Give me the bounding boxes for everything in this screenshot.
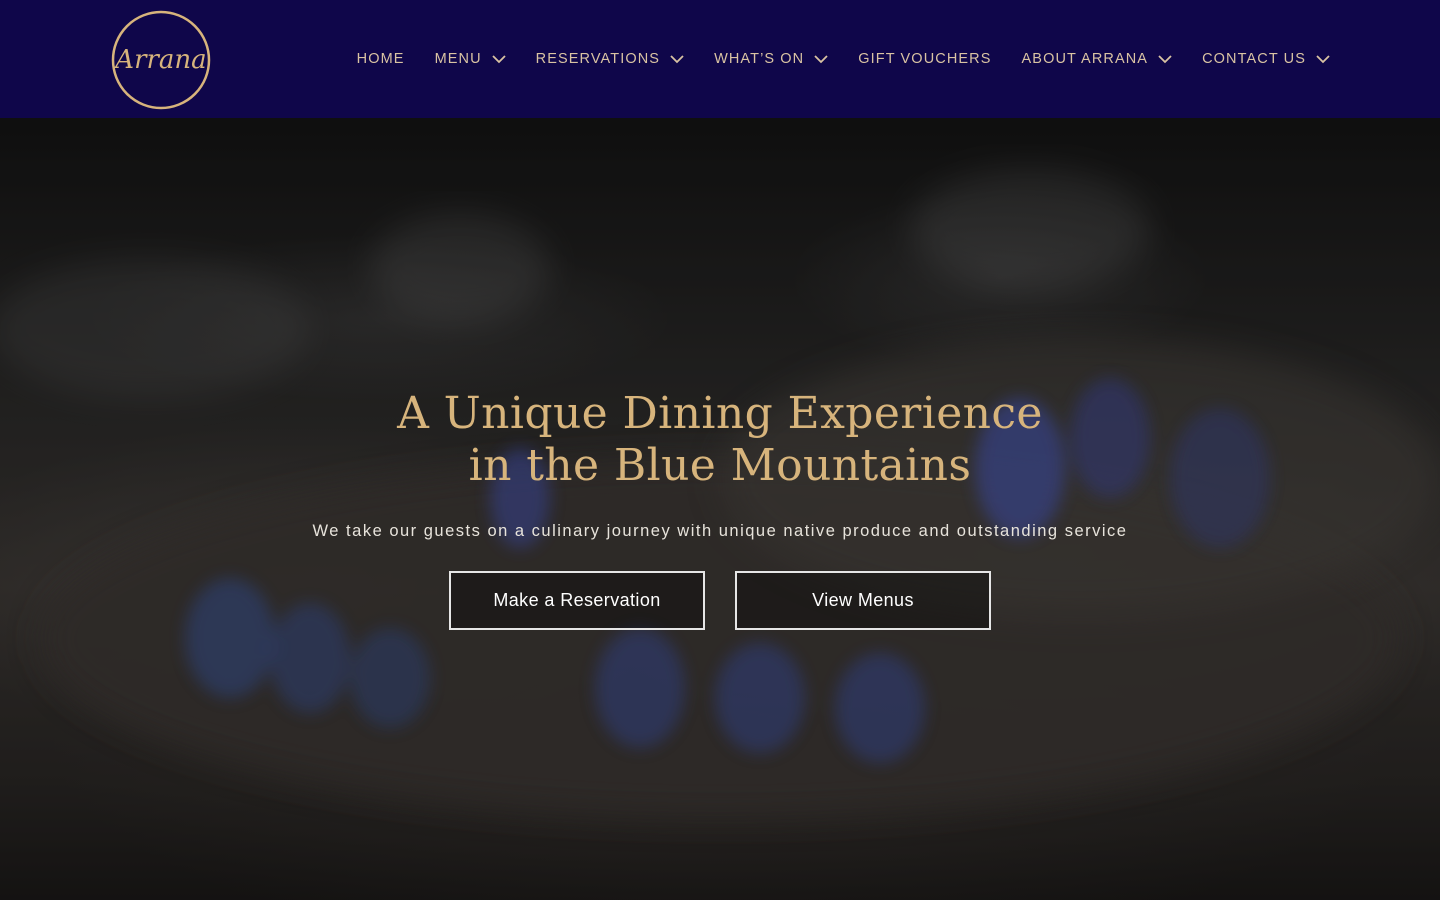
chevron-down-icon [1158,54,1172,64]
svg-text:Arrana: Arrana [113,45,206,75]
hero-title-line-1: A Unique Dining Experience [397,388,1043,439]
logo-mark: Arrana [111,10,211,110]
nav-item-whats-on[interactable]: WHAT’S ON [714,51,828,67]
nav-item-home[interactable]: HOME [357,51,405,67]
view-menus-button[interactable]: View Menus [735,571,991,630]
nav-item-label: ABOUT ARRANA [1021,51,1149,67]
nav-item-label: MENU [434,51,482,67]
chevron-down-icon [492,54,506,64]
nav-item-about[interactable]: ABOUT ARRANA [1022,51,1173,67]
hero-content: A Unique Dining Experience in the Blue M… [0,388,1440,630]
site-header: Arrana HOME MENU RESERVATIONS WHAT’S ON [0,0,1440,118]
nav-item-label: WHAT’S ON [714,51,805,67]
nav-item-menu[interactable]: MENU [435,51,506,67]
chevron-down-icon [1316,54,1330,64]
hero-section: A Unique Dining Experience in the Blue M… [0,118,1440,900]
site-logo[interactable]: Arrana [109,8,213,112]
nav-item-label: RESERVATIONS [535,51,661,67]
chevron-down-icon [670,54,684,64]
chevron-down-icon [814,54,828,64]
make-reservation-button[interactable]: Make a Reservation [449,571,705,630]
hero-buttons: Make a Reservation View Menus [0,571,1440,630]
nav-item-gift-vouchers[interactable]: GIFT VOUCHERS [858,51,991,67]
hero-title: A Unique Dining Experience in the Blue M… [0,388,1440,492]
nav-item-label: GIFT VOUCHERS [858,51,992,67]
nav-item-reservations[interactable]: RESERVATIONS [536,51,684,67]
nav-item-label: HOME [356,51,405,67]
main-nav: HOME MENU RESERVATIONS WHAT’S ON GIFT VO… [357,0,1330,118]
page: Arrana HOME MENU RESERVATIONS WHAT’S ON [0,0,1440,900]
nav-item-label: CONTACT US [1202,51,1306,67]
hero-subtitle: We take our guests on a culinary journey… [312,522,1128,540]
hero-title-line-2: in the Blue Mountains [468,440,972,491]
nav-item-contact[interactable]: CONTACT US [1202,51,1330,67]
